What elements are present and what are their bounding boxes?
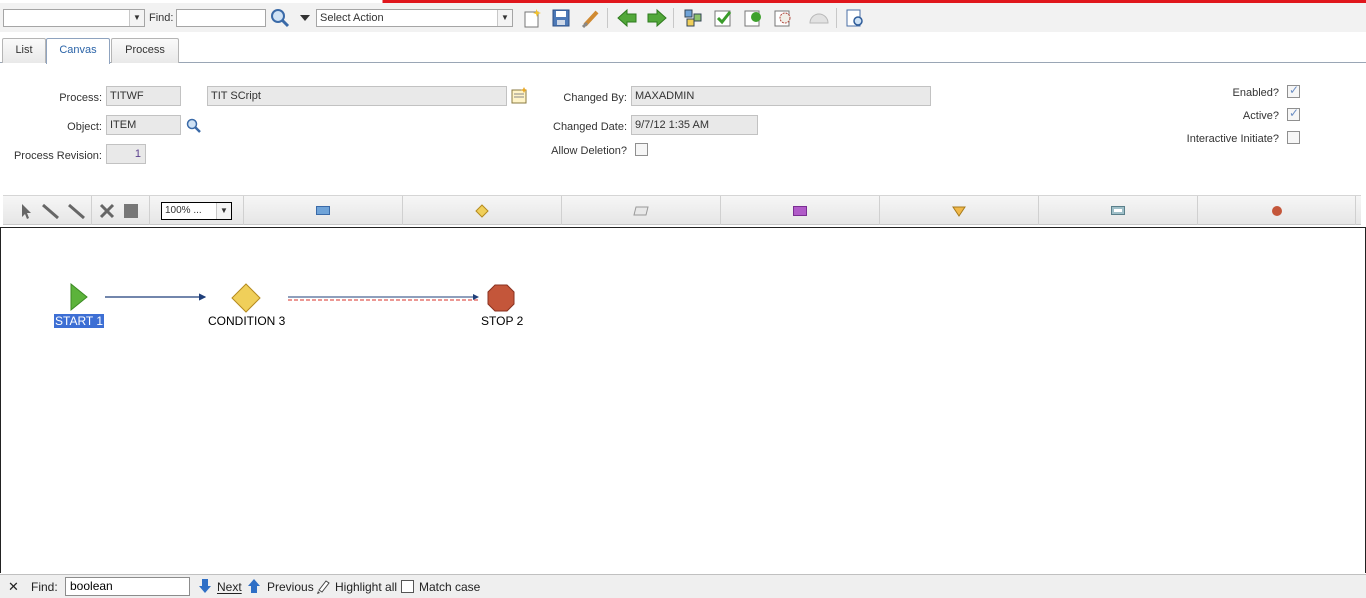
save-icon[interactable] xyxy=(550,7,572,29)
highlighter-icon xyxy=(316,578,330,597)
condition-node-icon xyxy=(475,203,489,218)
enable-process-icon[interactable] xyxy=(772,7,794,29)
zoom-area: 100% ... ▼ xyxy=(149,196,243,225)
start-node[interactable] xyxy=(70,282,88,312)
deactivate-process-icon[interactable] xyxy=(808,7,830,29)
select-action-dropdown[interactable]: Select Action ▼ xyxy=(316,9,513,27)
findbar-find-label: Find: xyxy=(31,580,58,594)
main-toolbar: ▼ Find: Select Action ▼ xyxy=(0,3,1366,32)
chevron-down-icon[interactable]: ▼ xyxy=(216,203,231,219)
toolbar-separator xyxy=(607,8,608,28)
find-previous-button[interactable]: Previous xyxy=(267,580,314,594)
process-label: Process: xyxy=(59,92,102,104)
tab-process[interactable]: Process xyxy=(111,38,179,63)
edit-tools xyxy=(91,196,149,225)
changed-date-field: 9/7/12 1:35 AM xyxy=(631,115,758,135)
negative-connector-icon[interactable] xyxy=(67,202,87,220)
wait-node-icon xyxy=(952,206,966,217)
next-record-icon[interactable] xyxy=(646,7,668,29)
active-label: Active? xyxy=(1242,110,1279,122)
start-node-label[interactable]: START 1 xyxy=(54,314,105,328)
condition-node-label[interactable]: CONDITION 3 xyxy=(208,314,285,328)
changed-date-label: Changed Date: xyxy=(553,121,627,133)
tab-bar: List Canvas Process xyxy=(0,36,1366,64)
interaction-node-icon xyxy=(1111,205,1125,215)
chevron-down-icon[interactable]: ▼ xyxy=(497,10,512,26)
manual-input-node-icon xyxy=(633,206,649,215)
subprocess-node-tool[interactable] xyxy=(720,196,879,225)
view-assignments-icon[interactable] xyxy=(844,7,866,29)
interaction-node-tool[interactable] xyxy=(1038,196,1197,225)
findbar-input[interactable]: boolean xyxy=(65,577,190,596)
object-field[interactable]: ITEM xyxy=(106,115,181,135)
match-case-checkbox[interactable] xyxy=(401,580,414,593)
clear-changes-icon[interactable] xyxy=(580,7,602,29)
stop-node-label[interactable]: STOP 2 xyxy=(481,314,523,328)
positive-connector-icon[interactable] xyxy=(41,202,61,220)
previous-record-icon[interactable] xyxy=(616,7,638,29)
workflow-diagram xyxy=(70,282,515,313)
match-case-label[interactable]: Match case xyxy=(419,580,480,594)
toolbar-separator xyxy=(673,8,674,28)
chevron-down-icon[interactable]: ▼ xyxy=(129,10,144,26)
connector-tools xyxy=(13,196,89,225)
condition-node-tool[interactable] xyxy=(402,196,561,225)
tab-list[interactable]: List xyxy=(2,38,46,63)
task-node-icon xyxy=(316,205,330,215)
toolbar-separator xyxy=(836,8,837,28)
zoom-value: 100% ... xyxy=(165,205,202,216)
validate-process-icon[interactable] xyxy=(712,7,734,29)
find-next-button[interactable]: Next xyxy=(217,580,242,594)
long-description-icon[interactable] xyxy=(510,86,530,106)
arrow-down-icon[interactable] xyxy=(198,578,212,597)
close-icon[interactable]: ✕ xyxy=(8,579,19,595)
subprocess-node-icon xyxy=(793,205,807,216)
find-options-icon[interactable] xyxy=(297,7,313,29)
arrow-up-icon[interactable] xyxy=(247,578,261,597)
delete-icon[interactable] xyxy=(99,203,115,219)
grid-icon[interactable] xyxy=(123,203,139,219)
new-record-icon[interactable] xyxy=(521,7,543,29)
activate-process-icon[interactable] xyxy=(742,7,764,29)
stop-node-tool[interactable] xyxy=(1197,196,1356,225)
tab-canvas[interactable]: Canvas xyxy=(46,38,110,64)
canvas-palette: 100% ... ▼ xyxy=(3,195,1361,225)
changed-by-label: Changed By: xyxy=(563,92,627,104)
stop-node[interactable] xyxy=(487,284,515,312)
find-label: Find: xyxy=(149,12,174,24)
zoom-select[interactable]: 100% ... ▼ xyxy=(161,202,232,220)
search-icon[interactable] xyxy=(185,117,203,135)
allow-deletion-checkbox[interactable] xyxy=(635,143,648,156)
object-label: Object: xyxy=(67,121,102,133)
process-revision-label: Process Revision: xyxy=(13,150,102,162)
enabled-label: Enabled? xyxy=(1232,87,1280,99)
manual-input-node-tool[interactable] xyxy=(561,196,720,225)
find-input[interactable] xyxy=(176,9,266,27)
select-action-value: Select Action xyxy=(320,12,384,24)
workflow-tree-icon[interactable] xyxy=(682,7,704,29)
workflow-canvas[interactable]: START 1 CONDITION 3 STOP 2 xyxy=(0,227,1366,573)
process-description-field[interactable]: TIT SCript xyxy=(207,86,507,106)
process-revision-field: 1 xyxy=(106,144,146,164)
task-node-tool[interactable] xyxy=(243,196,402,225)
interactive-initiate-label: Interactive Initiate? xyxy=(1186,133,1279,145)
search-icon[interactable] xyxy=(269,7,291,29)
active-checkbox[interactable]: ✓ xyxy=(1287,106,1300,121)
select-tool-icon[interactable] xyxy=(17,202,35,220)
enabled-checkbox[interactable]: ✓ xyxy=(1287,83,1300,98)
checkmark-icon: ✓ xyxy=(1289,106,1300,120)
allow-deletion-label: Allow Deletion? xyxy=(551,145,627,157)
process-field[interactable]: TITWF xyxy=(106,86,181,106)
condition-node[interactable] xyxy=(231,283,261,313)
interactive-initiate-checkbox[interactable] xyxy=(1287,131,1300,144)
highlight-all-button[interactable]: Highlight all xyxy=(335,580,397,594)
stop-node-icon xyxy=(1271,205,1282,216)
checkmark-icon: ✓ xyxy=(1289,83,1300,97)
wait-node-tool[interactable] xyxy=(879,196,1038,225)
browser-find-bar: ✕ Find: boolean Next Previous Highlight … xyxy=(0,574,1366,598)
app-select[interactable]: ▼ xyxy=(3,9,145,27)
changed-by-field: MAXADMIN xyxy=(631,86,931,106)
